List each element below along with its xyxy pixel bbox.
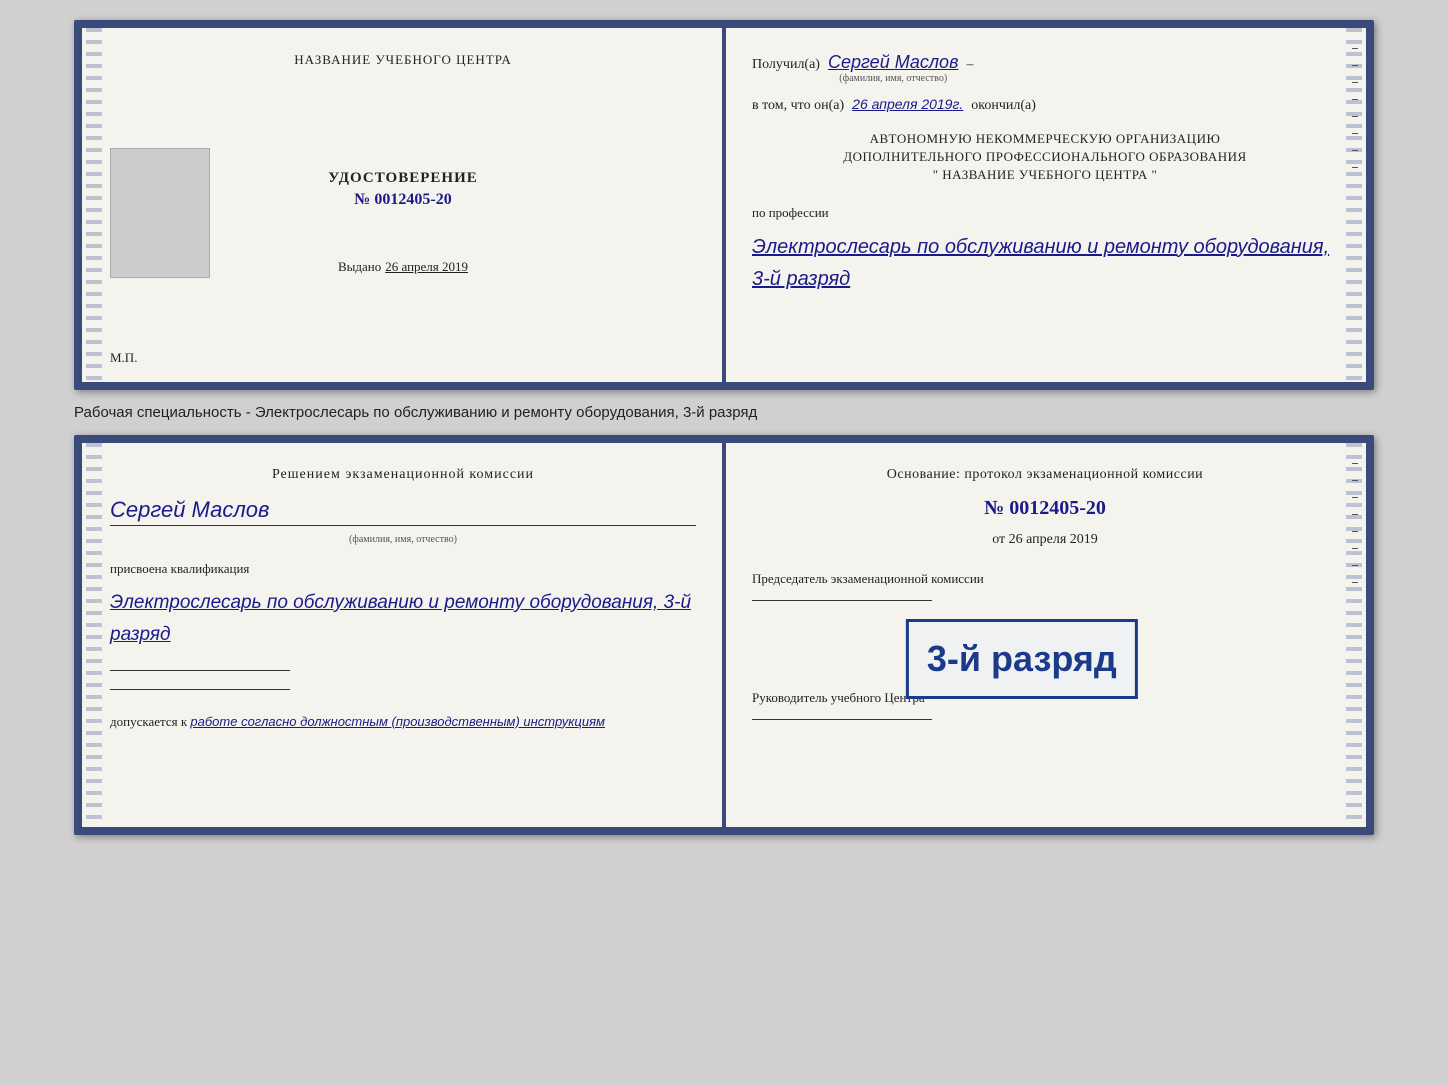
org-block: АВТОНОМНУЮ НЕКОММЕРЧЕСКУЮ ОРГАНИЗАЦИЮ ДО… [752, 130, 1338, 185]
protocol-date-value: 26 апреля 2019 [1009, 532, 1098, 547]
name-underline-bottom: Сергей Маслов [110, 497, 696, 526]
person-name-bottom: Сергей Маслов [110, 497, 696, 523]
number-value: 0012405-20 [374, 191, 451, 208]
basis-title: Основание: протокол экзаменационной коми… [752, 467, 1338, 483]
date-from-label: от [992, 532, 1005, 547]
in-that-label: в том, что он(а) [752, 98, 844, 114]
dash-separator: – [966, 57, 973, 73]
protocol-date-line: от 26 апреля 2019 [752, 532, 1338, 548]
recipient-line: Получил(а) Сергей Маслов (фамилия, имя, … [752, 52, 1338, 84]
chairman-label: Председатель экзаменационной комиссии [752, 570, 1338, 588]
profession-handwritten-top: Электрослесарь по обслуживанию и ремонту… [752, 231, 1338, 295]
fio-sub-bottom: (фамилия, имя, отчество) [110, 534, 696, 545]
bottom-right-page: Основание: протокол экзаменационной коми… [724, 443, 1366, 827]
top-certificate-book: НАЗВАНИЕ УЧЕБНОГО ЦЕНТРА УДОСТОВЕРЕНИЕ №… [74, 20, 1374, 390]
admit-label: допускается к [110, 714, 187, 729]
rukovoditel-label: Руководитель учебного Центра [752, 690, 925, 705]
signature-lines-bottom [110, 670, 696, 690]
bottom-left-page: Решением экзаменационной комиссии Сергей… [82, 443, 724, 827]
admit-text: допускается к работе согласно должностны… [110, 712, 696, 732]
issued-line: Выдано 26 апреля 2019 [338, 259, 468, 275]
qualification-handwritten: Электрослесарь по обслуживанию и ремонту… [110, 587, 696, 652]
sig-line-1 [110, 670, 290, 671]
decision-title: Решением экзаменационной комиссии [110, 467, 696, 483]
cert-number-top: № 0012405-20 [328, 191, 478, 209]
recipient-name: Сергей Маслов [828, 52, 958, 73]
issued-date: 26 апреля 2019 [385, 259, 468, 275]
finished-label: окончил(а) [971, 98, 1036, 114]
protocol-label: № [984, 497, 1004, 519]
udostoverenie-label: УДОСТОВЕРЕНИЕ [328, 170, 478, 187]
protocol-number-display: № 0012405-20 [752, 497, 1338, 520]
assigned-text: присвоена квалификация [110, 561, 696, 577]
top-left-page: НАЗВАНИЕ УЧЕБНОГО ЦЕНТРА УДОСТОВЕРЕНИЕ №… [82, 28, 724, 382]
top-right-page: Получил(а) Сергей Маслов (фамилия, имя, … [724, 28, 1366, 382]
mp-label: М.П. [110, 350, 137, 366]
issued-label: Выдано [338, 259, 381, 275]
sig-line-2 [110, 689, 290, 690]
org-line1: АВТОНОМНУЮ НЕКОММЕРЧЕСКУЮ ОРГАНИЗАЦИЮ [752, 130, 1338, 148]
photo-placeholder [110, 148, 210, 278]
right-edge-decoration-bottom [1346, 443, 1362, 827]
org-line3: " НАЗВАНИЕ УЧЕБНОГО ЦЕНТРА " [752, 166, 1338, 184]
protocol-number-value: 0012405-20 [1009, 497, 1106, 519]
certificate-wrapper: НАЗВАНИЕ УЧЕБНОГО ЦЕНТРА УДОСТОВЕРЕНИЕ №… [74, 20, 1374, 835]
stamp-text: 3-й разряд [927, 639, 1117, 679]
between-text: Рабочая специальность - Электрослесарь п… [74, 398, 757, 427]
top-center-title: НАЗВАНИЕ УЧЕБНОГО ЦЕНТРА [294, 52, 511, 68]
right-edge-decoration-top [1346, 28, 1362, 382]
admit-handwritten: работе согласно должностным (производств… [190, 714, 605, 729]
date-completed: 26 апреля 2019г. [852, 96, 963, 112]
bottom-certificate-book: Решением экзаменационной комиссии Сергей… [74, 435, 1374, 835]
date-line-top: в том, что он(а) 26 апреля 2019г. окончи… [752, 96, 1338, 114]
received-label: Получил(а) [752, 57, 820, 73]
org-line2: ДОПОЛНИТЕЛЬНОГО ПРОФЕССИОНАЛЬНОГО ОБРАЗО… [752, 148, 1338, 166]
stamp: 3-й разряд [906, 619, 1138, 699]
udostoverenie-block: УДОСТОВЕРЕНИЕ № 0012405-20 [328, 170, 478, 209]
rukovoditel-sig-line [752, 719, 932, 720]
profession-label: по профессии [752, 205, 1338, 221]
chairman-sig-line [752, 600, 932, 601]
fio-sub-top: (фамилия, имя, отчество) [828, 73, 958, 84]
number-label: № [354, 191, 370, 208]
